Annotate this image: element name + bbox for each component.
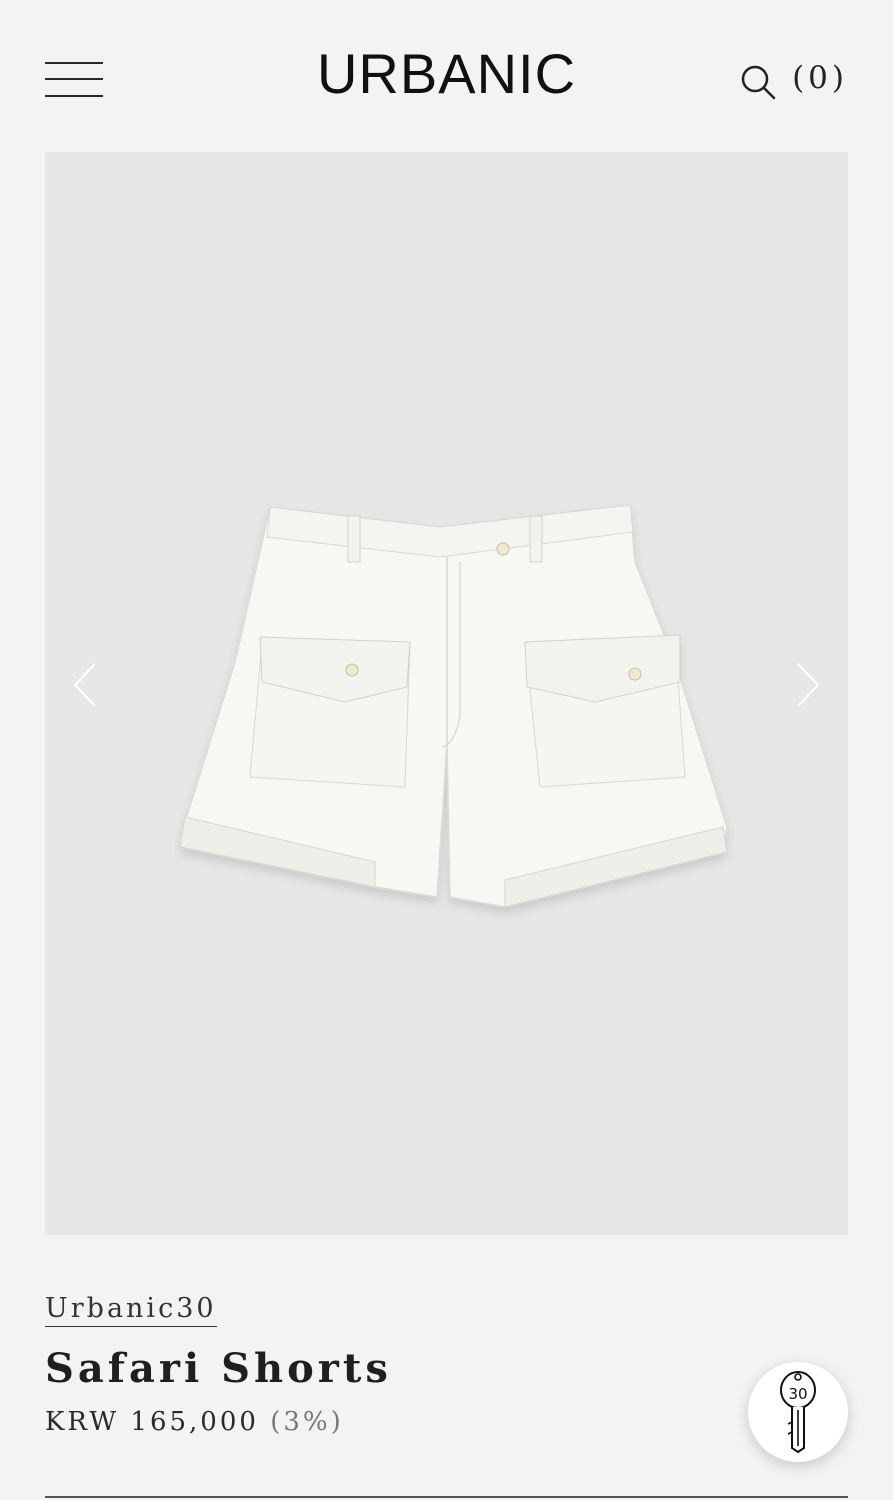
chevron-left-icon[interactable] [71,662,101,708]
divider [45,1496,848,1498]
product-title: Safari Shorts [45,1345,392,1392]
chevron-right-icon[interactable] [792,662,822,708]
price-row: KRW 165,000 (3%) [45,1407,344,1437]
site-header: URBANIC (0) [0,0,893,150]
product-image [179,504,728,908]
discount-badge: (3%) [270,1407,344,1437]
product-image-gallery[interactable] [45,152,848,1235]
search-icon[interactable] [740,64,776,100]
product-price: KRW 165,000 [45,1407,259,1437]
cart-count-button[interactable]: (0) [792,60,848,96]
key-30-button[interactable]: 30 [748,1362,848,1462]
collection-link[interactable]: Urbanic30 [45,1293,217,1327]
key-30-icon: 30 [780,1371,816,1454]
key-label: 30 [788,1385,807,1403]
